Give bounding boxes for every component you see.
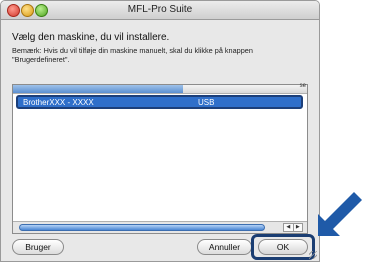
ok-button-highlight	[251, 234, 315, 260]
cancel-button[interactable]: Annuller	[197, 239, 252, 255]
scroll-arrows: ◀ ▶	[283, 223, 303, 232]
installer-window: MFL-Pro Suite Vælg den maskine, du vil i…	[0, 0, 320, 262]
note-line-2: "Brugerdefineret".	[12, 55, 70, 64]
machine-row-selected[interactable]: BrotherXXX - XXXX USB	[16, 95, 303, 109]
window-title: MFL-Pro Suite	[127, 4, 193, 15]
page-heading: Vælg den maskine, du vil installere.	[12, 32, 170, 43]
machine-list[interactable]: se BrotherXXX - XXXX USB ◀ ▶	[12, 83, 308, 234]
resize-grip-icon[interactable]	[309, 251, 317, 259]
horizontal-scrollbar[interactable]: ◀ ▶	[13, 221, 307, 233]
note-line-1: Bemærk: Hvis du vil tilføje din maskine …	[12, 46, 253, 55]
column-header-name[interactable]	[13, 85, 183, 93]
list-header: se	[13, 83, 307, 94]
title-bar: MFL-Pro Suite	[1, 1, 319, 20]
arrow-pointer-icon	[318, 192, 362, 236]
connection-type: USB	[198, 98, 215, 107]
column-header-fragment: se	[299, 83, 306, 89]
scrollbar-thumb[interactable]	[19, 224, 265, 231]
custom-button[interactable]: Bruger	[12, 239, 64, 255]
scroll-right-icon[interactable]: ▶	[292, 224, 303, 231]
machine-name: BrotherXXX - XXXX	[23, 98, 94, 107]
scroll-left-icon[interactable]: ◀	[284, 224, 293, 231]
instruction-note: Bemærk: Hvis du vil tilføje din maskine …	[12, 46, 312, 64]
